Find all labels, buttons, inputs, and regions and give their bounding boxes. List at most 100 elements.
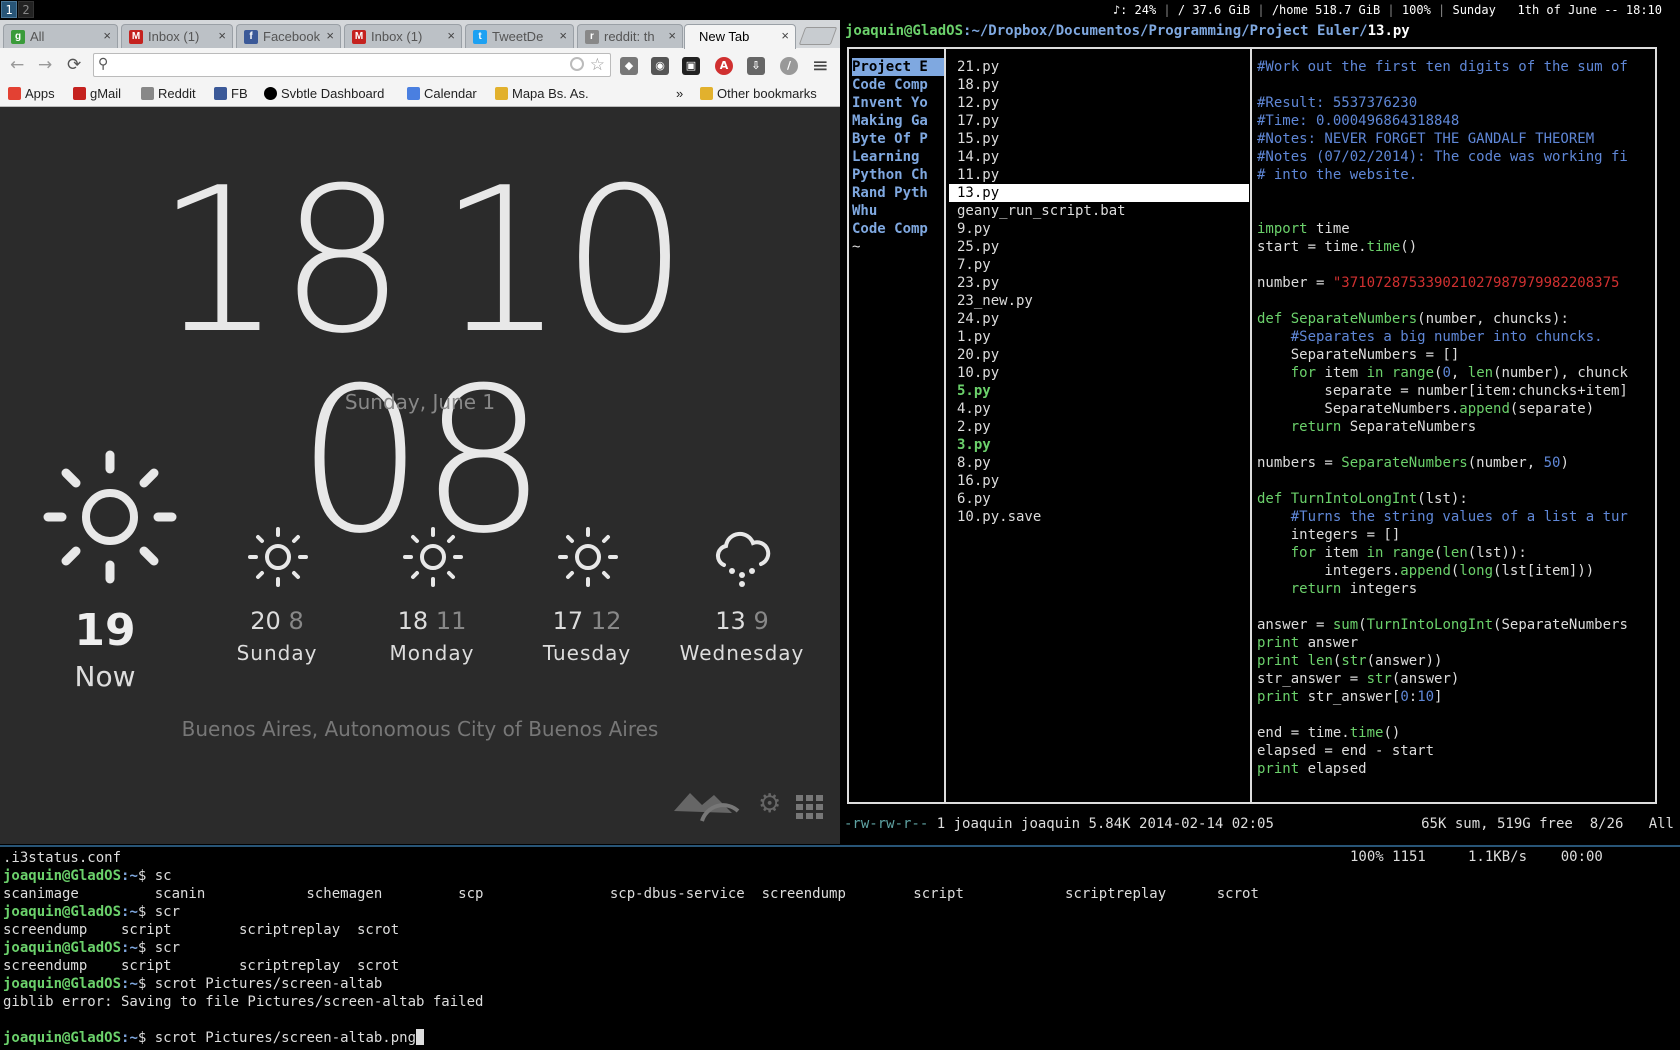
bottom-terminal[interactable]: .i3status.conf joaquin@GladOS:~$ sc scanim… — [0, 845, 1680, 1050]
other-bookmarks-folder[interactable]: Other bookmarks — [700, 86, 817, 101]
tab-reddit[interactable]: r reddit: th × — [577, 24, 683, 48]
location-target-icon[interactable] — [570, 57, 584, 71]
extension-icon[interactable]: ◆ — [620, 57, 638, 75]
gear-icon[interactable]: ⚙ — [758, 789, 781, 819]
new-tab-button[interactable] — [798, 27, 838, 45]
file-item[interactable]: 11.py — [949, 166, 1249, 184]
file-item[interactable]: 4.py — [949, 400, 1249, 418]
terminal-output-line: .i3status.conf — [3, 849, 1259, 867]
parent-dir-item[interactable]: Whu — [852, 202, 944, 220]
menu-icon[interactable]: ≡ — [812, 53, 829, 77]
code-line: #Separates a big number into chuncks. — [1257, 329, 1603, 345]
parent-dir-item[interactable]: Code Comp — [852, 220, 944, 238]
bookmark-apps[interactable]: Apps — [8, 86, 55, 101]
file-item[interactable]: 23.py — [949, 274, 1249, 292]
file-item[interactable]: 21.py — [949, 58, 1249, 76]
file-item[interactable]: 14.py — [949, 148, 1249, 166]
column-divider — [1250, 47, 1252, 804]
code-line: return integers — [1290, 581, 1418, 597]
bookmark-mapa[interactable]: Mapa Bs. As. — [495, 86, 589, 101]
forecast-low: 11 — [435, 607, 467, 635]
omnibox[interactable]: ⚲ ☆ — [93, 53, 611, 77]
file-item[interactable]: 23_new.py — [949, 292, 1249, 310]
file-item[interactable]: 5.py — [949, 382, 1249, 400]
tab-tweetdeck[interactable]: t TweetDe × — [465, 24, 574, 48]
file-item[interactable]: 8.py — [949, 454, 1249, 472]
close-tab-icon[interactable]: × — [103, 28, 111, 43]
apps-grid-icon[interactable] — [796, 795, 824, 819]
file-item[interactable]: 7.py — [949, 256, 1249, 274]
tab-new-tab[interactable]: New Tab × — [684, 24, 796, 49]
extension-icon[interactable]: ▣ — [682, 57, 700, 75]
file-item[interactable]: geany_run_script.bat — [949, 202, 1249, 220]
close-tab-icon[interactable]: × — [781, 28, 789, 43]
forecast-high: 13 — [715, 607, 746, 635]
file-item[interactable]: 9.py — [949, 220, 1249, 238]
parent-dir-item[interactable]: Code Comp — [852, 76, 944, 94]
file-item[interactable]: 15.py — [949, 130, 1249, 148]
code-line: #Notes: NEVER FORGET THE GANDALF THEOREM — [1257, 131, 1595, 147]
tab-all[interactable]: g All × — [3, 24, 118, 48]
code-line: #Result: 5537376230 — [1257, 95, 1418, 111]
tab-facebook[interactable]: f Facebook × — [236, 24, 341, 48]
adblock-icon[interactable]: A — [715, 57, 733, 75]
datetime-status: Sunday 1th of June -- 18:10 — [1452, 3, 1662, 17]
file-item[interactable]: 25.py — [949, 238, 1249, 256]
parent-dir-item[interactable]: ~ — [852, 238, 944, 256]
close-tab-icon[interactable]: × — [559, 28, 567, 43]
bookmark-gmail[interactable]: gMail — [73, 86, 121, 101]
sun-icon — [248, 527, 308, 587]
feedly-icon: g — [11, 30, 25, 44]
file-item[interactable]: 18.py — [949, 76, 1249, 94]
workspace-2-button[interactable]: 2 — [18, 1, 34, 18]
file-item[interactable]: 10.py.save — [949, 508, 1249, 526]
file-item[interactable]: 16.py — [949, 472, 1249, 490]
workspace-1-button[interactable]: 1 — [1, 1, 17, 18]
parent-dir-item[interactable]: Byte Of P — [852, 130, 944, 148]
bookmarks-overflow-button[interactable]: » — [676, 86, 683, 101]
weather-app-icon[interactable] — [672, 787, 742, 823]
parent-dir-item[interactable]: Project E — [852, 58, 944, 76]
close-tab-icon[interactable]: × — [668, 28, 676, 43]
file-item[interactable]: 6.py — [949, 490, 1249, 508]
file-item[interactable]: 12.py — [949, 94, 1249, 112]
parent-dir-item[interactable]: Invent Yo — [852, 94, 944, 112]
file-item[interactable]: 13.py — [949, 184, 1249, 202]
extension-icon[interactable]: ◉ — [651, 57, 669, 75]
forecast-day-name: Tuesday — [542, 641, 632, 665]
file-item[interactable]: 2.py — [949, 418, 1249, 436]
file-item[interactable]: 24.py — [949, 310, 1249, 328]
terminal-output-line: scanimage scanin schemagen scp scp-dbus-… — [3, 885, 1259, 903]
file-item[interactable]: 10.py — [949, 364, 1249, 382]
file-item[interactable]: 20.py — [949, 346, 1249, 364]
reload-button[interactable]: ⟳ — [67, 55, 81, 75]
parent-dir-item[interactable]: Python Ch — [852, 166, 944, 184]
ranger-user: joaquin@GladOS — [845, 23, 964, 39]
current-date: Sunday, June 1 — [344, 390, 496, 414]
parent-dir-item[interactable]: Making Ga — [852, 112, 944, 130]
bookmark-svbtle[interactable]: Svbtle Dashboard — [264, 86, 384, 101]
back-button[interactable]: ← — [10, 55, 24, 75]
prompt-user: joaquin@GladOS — [3, 940, 122, 956]
tab-inbox-2[interactable]: M Inbox (1) × — [344, 24, 462, 48]
star-bookmark-icon[interactable]: ☆ — [590, 55, 605, 75]
code-line: print elapsed — [1257, 761, 1367, 777]
parent-dir-item[interactable]: Learning — [852, 148, 944, 166]
file-item[interactable]: 1.py — [949, 328, 1249, 346]
close-tab-icon[interactable]: × — [326, 28, 334, 43]
cursor — [416, 1029, 425, 1045]
file-item[interactable]: 17.py — [949, 112, 1249, 130]
parent-dir-item[interactable]: Rand Pyth — [852, 184, 944, 202]
bookmark-reddit[interactable]: Reddit — [141, 86, 196, 101]
tab-inbox-1[interactable]: M Inbox (1) × — [121, 24, 233, 48]
extension-icon[interactable]: ⇩ — [747, 57, 765, 75]
bookmark-calendar[interactable]: Calendar — [407, 86, 477, 101]
reddit-icon — [141, 87, 154, 100]
extension-icon[interactable]: / — [780, 57, 798, 75]
forward-button[interactable]: → — [38, 55, 52, 75]
bookmark-fb[interactable]: FB — [214, 86, 248, 101]
close-tab-icon[interactable]: × — [447, 28, 455, 43]
close-tab-icon[interactable]: × — [218, 28, 226, 43]
file-item[interactable]: 3.py — [949, 436, 1249, 454]
